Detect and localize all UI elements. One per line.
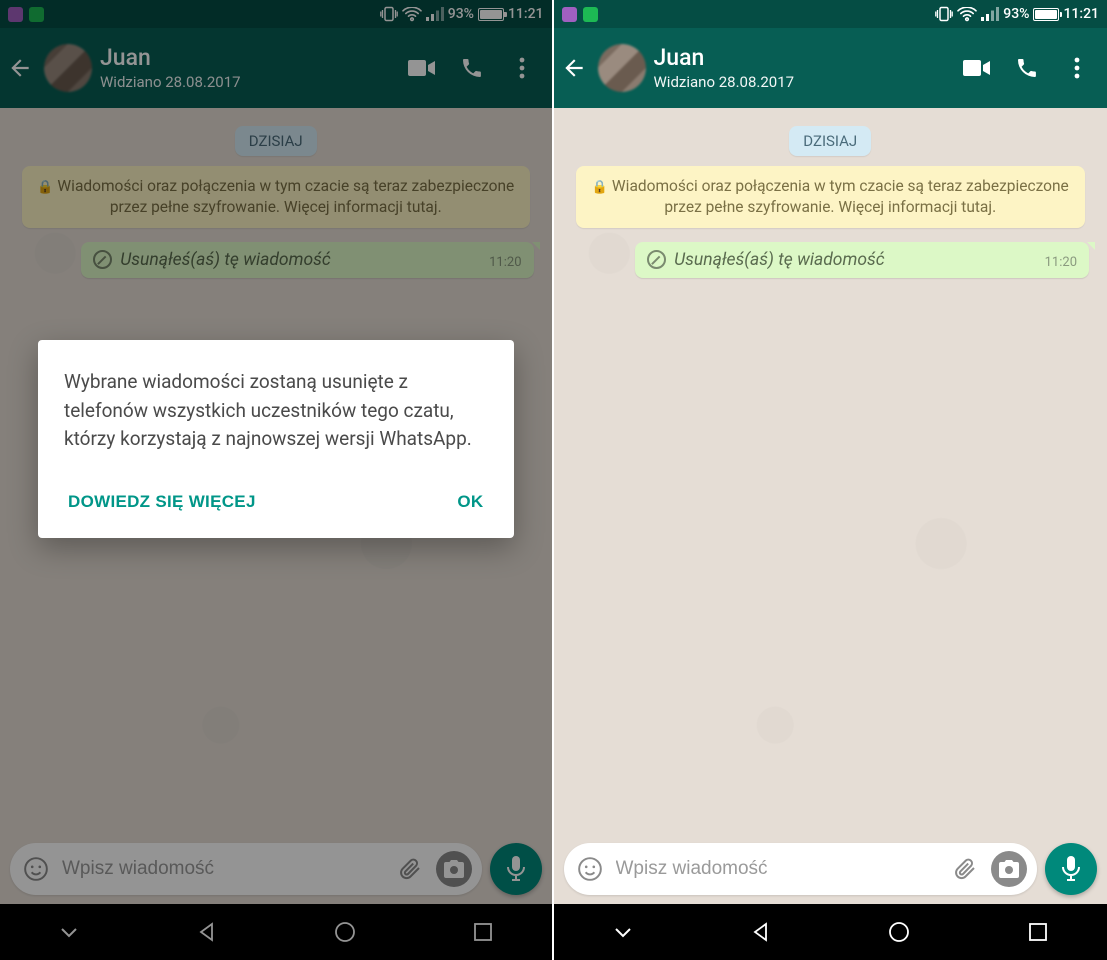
input-bar: [554, 834, 1107, 904]
dialog-ok-button[interactable]: OK: [453, 484, 487, 520]
video-call-button[interactable]: [400, 46, 444, 90]
contact-name: Juan: [100, 44, 392, 73]
nav-back[interactable]: [731, 922, 791, 942]
lock-icon: 🔒: [37, 180, 53, 195]
deleted-message-text: Usunąłeś(aś) tę wiadomość: [674, 250, 1030, 270]
status-bar: 93% 11:21: [0, 0, 552, 28]
mic-button[interactable]: [490, 843, 542, 895]
signal-icon: [426, 7, 444, 21]
date-chip: DZISIAJ: [789, 126, 871, 156]
chat-header: Juan Widziano 28.08.2017: [554, 28, 1107, 108]
message-input[interactable]: [62, 858, 384, 880]
nav-recent[interactable]: [1008, 923, 1068, 941]
status-time: 11:21: [508, 6, 544, 22]
encryption-banner[interactable]: 🔒 Wiadomości oraz połączenia w tym czacie…: [576, 166, 1086, 228]
deleted-message-text: Usunąłeś(aś) tę wiadomość: [120, 250, 475, 270]
prohibited-icon: [647, 250, 666, 269]
notif-icon-2: [29, 7, 44, 22]
signal-icon: [981, 7, 999, 21]
android-nav-bar: [0, 904, 552, 960]
back-button[interactable]: [558, 55, 590, 81]
contact-name: Juan: [654, 44, 948, 73]
battery-icon: [478, 8, 504, 21]
dialog-learn-more-button[interactable]: DOWIEDZ SIĘ WIĘCEJ: [64, 484, 260, 520]
battery-percent: 93%: [448, 6, 474, 22]
notif-icon-1: [8, 7, 23, 22]
notif-icon-1: [562, 7, 577, 22]
notif-icon-2: [583, 7, 598, 22]
attach-icon[interactable]: [949, 857, 981, 881]
message-time: 11:20: [489, 255, 521, 270]
back-button[interactable]: [4, 55, 36, 81]
battery-percent: 93%: [1003, 6, 1029, 22]
chat-header: Juan Widziano 28.08.2017: [0, 28, 552, 108]
voice-call-button[interactable]: [1005, 46, 1049, 90]
dialog-body-text: Wybrane wiadomości zostaną usunięte z te…: [64, 368, 488, 454]
mic-button[interactable]: [1045, 843, 1097, 895]
message-input[interactable]: [616, 858, 940, 880]
delete-confirmation-dialog: Wybrane wiadomości zostaną usunięte z te…: [38, 340, 514, 538]
voice-call-button[interactable]: [450, 46, 494, 90]
wifi-icon: [957, 7, 977, 22]
avatar[interactable]: [44, 44, 92, 92]
status-bar: 93% 11:21: [554, 0, 1107, 28]
camera-icon[interactable]: [991, 851, 1027, 887]
message-time: 11:20: [1045, 255, 1077, 270]
status-time: 11:21: [1063, 6, 1099, 22]
contact-info[interactable]: Juan Widziano 28.08.2017: [100, 44, 392, 92]
message-bubble-deleted[interactable]: Usunąłeś(aś) tę wiadomość 11:20: [81, 242, 533, 278]
emoji-icon[interactable]: [20, 856, 52, 882]
nav-recent[interactable]: [453, 923, 513, 941]
encryption-banner[interactable]: 🔒 Wiadomości oraz połączenia w tym czacie…: [22, 166, 530, 228]
encryption-text: Wiadomości oraz połączenia w tym czacie …: [612, 177, 1069, 216]
nav-home[interactable]: [315, 921, 375, 943]
attach-icon[interactable]: [394, 857, 426, 881]
more-options-button[interactable]: [500, 46, 544, 90]
date-chip: DZISIAJ: [235, 126, 317, 156]
nav-back[interactable]: [177, 922, 237, 942]
avatar[interactable]: [598, 44, 646, 92]
emoji-icon[interactable]: [574, 856, 606, 882]
nav-dropdown[interactable]: [593, 926, 653, 938]
camera-icon[interactable]: [436, 851, 472, 887]
prohibited-icon: [93, 250, 112, 269]
nav-home[interactable]: [869, 921, 929, 943]
last-seen: Widziano 28.08.2017: [100, 73, 392, 92]
android-nav-bar: [554, 904, 1107, 960]
video-call-button[interactable]: [955, 46, 999, 90]
contact-info[interactable]: Juan Widziano 28.08.2017: [654, 44, 948, 92]
lock-icon: 🔒: [592, 180, 608, 195]
message-input-container: [564, 843, 1038, 895]
last-seen: Widziano 28.08.2017: [654, 73, 948, 92]
message-bubble-deleted[interactable]: Usunąłeś(aś) tę wiadomość 11:20: [635, 242, 1089, 278]
wifi-icon: [402, 7, 422, 22]
message-input-container: [10, 843, 482, 895]
screenshot-left: 93% 11:21 Juan Widziano 28.08.2017 DZISI…: [0, 0, 554, 960]
chat-body: DZISIAJ 🔒 Wiadomości oraz połączenia w ty…: [554, 108, 1107, 834]
more-options-button[interactable]: [1055, 46, 1099, 90]
vibrate-icon: [935, 6, 953, 22]
screenshot-right: 93% 11:21 Juan Widziano 28.08.2017 DZISI…: [554, 0, 1107, 960]
battery-icon: [1033, 8, 1059, 21]
vibrate-icon: [380, 6, 398, 22]
nav-dropdown[interactable]: [39, 926, 99, 938]
encryption-text: Wiadomości oraz połączenia w tym czacie …: [57, 177, 514, 216]
input-bar: [0, 834, 552, 904]
